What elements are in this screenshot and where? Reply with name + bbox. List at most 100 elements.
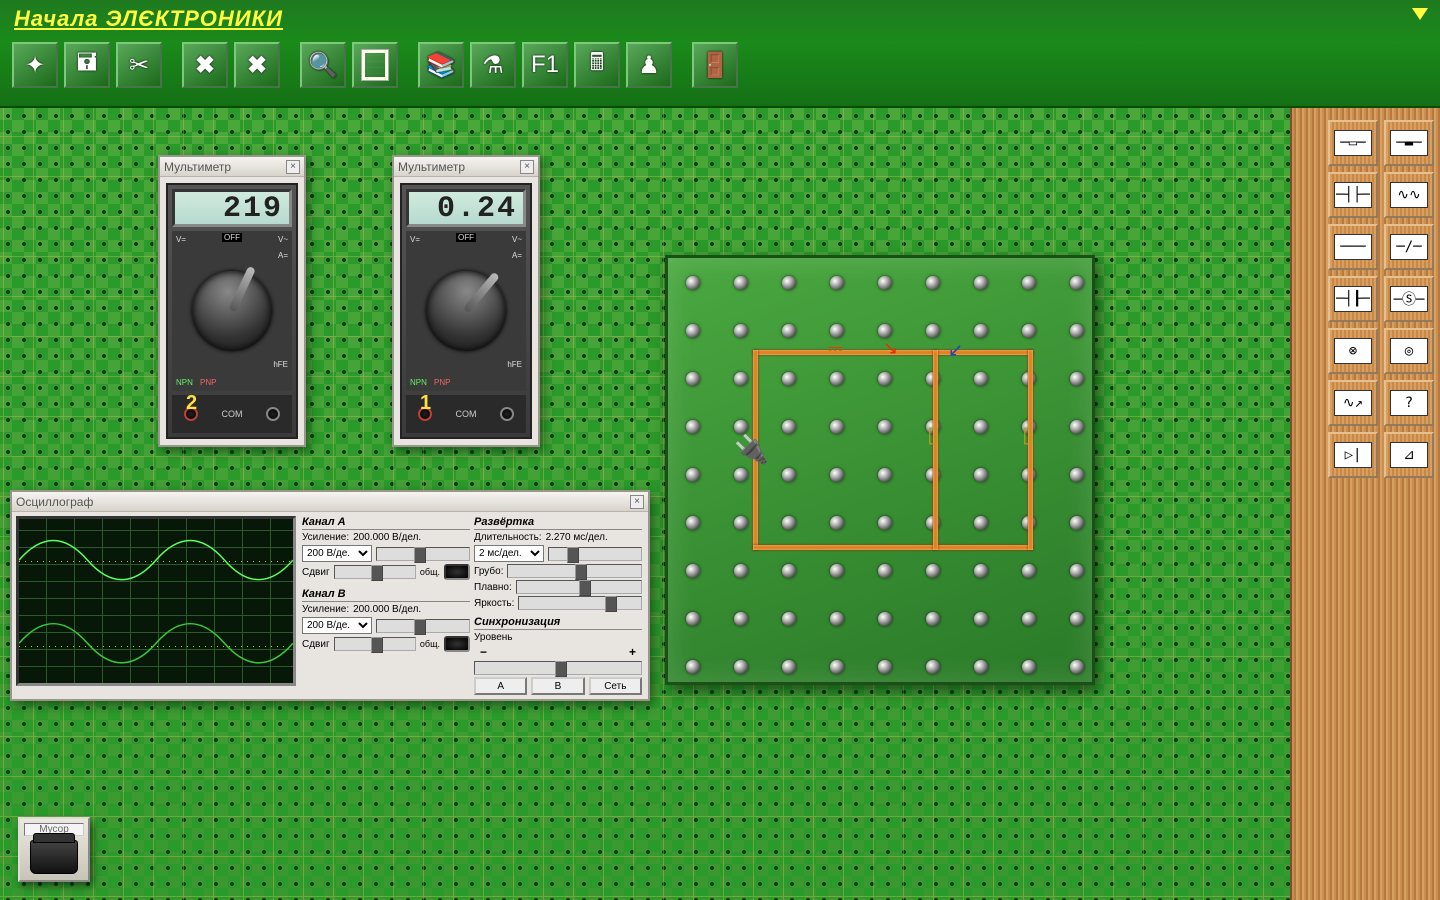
exit-button[interactable]: 🚪: [692, 42, 738, 88]
bb-probe-2[interactable]: ↙: [948, 340, 963, 361]
delete-element-button[interactable]: ✖: [182, 42, 228, 88]
breadboard-hole[interactable]: [974, 276, 988, 290]
breadboard-hole[interactable]: [1070, 420, 1084, 434]
calculator-button[interactable]: 🖩: [574, 42, 620, 88]
palette-fuse[interactable]: ─▬─: [1384, 120, 1434, 166]
breadboard-hole[interactable]: [734, 420, 748, 434]
trash-bin[interactable]: Мусор: [18, 817, 90, 882]
palette-unknown[interactable]: ?: [1384, 380, 1434, 426]
dial-area[interactable]: V= V~ A= OFF hFE NPN PNP: [172, 231, 292, 391]
breadboard-hole[interactable]: [734, 660, 748, 674]
breadboard-hole[interactable]: [734, 324, 748, 338]
palette-battery[interactable]: ─┤┠─: [1328, 276, 1378, 322]
breadboard-hole[interactable]: [878, 324, 892, 338]
gain-a-slider[interactable]: [376, 547, 470, 561]
breadboard-hole[interactable]: [686, 564, 700, 578]
breadboard-hole[interactable]: [1022, 564, 1036, 578]
bb-resistor-2[interactable]: ▭: [1016, 426, 1042, 447]
breadboard-hole[interactable]: [878, 276, 892, 290]
window-title[interactable]: Мультиметр ×: [160, 157, 304, 177]
bb-switch[interactable]: ⎓: [828, 338, 842, 359]
palette-variable[interactable]: ∿↗: [1328, 380, 1378, 426]
breadboard-hole[interactable]: [878, 612, 892, 626]
breadboard-hole[interactable]: [1022, 324, 1036, 338]
multimeter-window-2[interactable]: Мультиметр × 219 V= V~ A= OFF hFE NPN PN…: [158, 155, 306, 447]
palette-capacitor[interactable]: ─┤├─: [1328, 172, 1378, 218]
breadboard-hole[interactable]: [830, 420, 844, 434]
breadboard-hole[interactable]: [782, 612, 796, 626]
experiment-button[interactable]: ⚗: [470, 42, 516, 88]
gain-a-select[interactable]: 200 В/де.: [302, 545, 372, 562]
gain-b-slider[interactable]: [376, 619, 470, 633]
function-button[interactable]: F1: [522, 42, 568, 88]
breadboard-hole[interactable]: [830, 564, 844, 578]
common-b-led[interactable]: [444, 636, 470, 652]
menu-dropdown-icon[interactable]: [1412, 8, 1428, 20]
palette-lamp[interactable]: ⊗: [1328, 328, 1378, 374]
breadboard-hole[interactable]: [926, 660, 940, 674]
rotary-dial[interactable]: [179, 258, 285, 364]
breadboard-hole[interactable]: [830, 372, 844, 386]
breadboard-hole[interactable]: [830, 612, 844, 626]
breadboard-hole[interactable]: [1070, 372, 1084, 386]
pieces-button[interactable]: ♟: [626, 42, 672, 88]
breadboard-hole[interactable]: [830, 276, 844, 290]
sync-net-button[interactable]: Сеть: [589, 677, 642, 695]
close-icon[interactable]: ×: [520, 160, 534, 174]
breadboard-hole[interactable]: [734, 564, 748, 578]
breadboard-hole[interactable]: [974, 372, 988, 386]
bright-slider[interactable]: [518, 596, 642, 610]
breadboard-hole[interactable]: [734, 468, 748, 482]
breadboard-hole[interactable]: [1070, 276, 1084, 290]
common-a-led[interactable]: [444, 564, 470, 580]
breadboard-hole[interactable]: [878, 372, 892, 386]
breadboard-hole[interactable]: [782, 324, 796, 338]
palette-switch[interactable]: ─/─: [1384, 224, 1434, 270]
coarse-slider[interactable]: [507, 564, 642, 578]
breadboard-hole[interactable]: [734, 516, 748, 530]
breadboard-hole[interactable]: [686, 324, 700, 338]
breadboard-hole[interactable]: [734, 372, 748, 386]
breadboard-hole[interactable]: [782, 420, 796, 434]
breadboard-hole[interactable]: [782, 564, 796, 578]
breadboard-hole[interactable]: [1022, 276, 1036, 290]
breadboard-hole[interactable]: [734, 276, 748, 290]
breadboard-hole[interactable]: [1070, 516, 1084, 530]
breadboard-hole[interactable]: [686, 660, 700, 674]
bb-resistor-1[interactable]: ▭: [921, 426, 947, 447]
breadboard-hole[interactable]: [1070, 324, 1084, 338]
breadboard-hole[interactable]: [878, 420, 892, 434]
shift-b-slider[interactable]: [334, 637, 416, 651]
breadboard-hole[interactable]: [782, 516, 796, 530]
port-com[interactable]: [500, 407, 514, 421]
palette-resistor[interactable]: ─▭─: [1328, 120, 1378, 166]
breadboard-hole[interactable]: [1070, 660, 1084, 674]
sweep-slider[interactable]: [548, 547, 642, 561]
breadboard-hole[interactable]: [830, 516, 844, 530]
breadboard-hole[interactable]: [830, 468, 844, 482]
breadboard-hole[interactable]: [974, 324, 988, 338]
breadboard-hole[interactable]: [974, 468, 988, 482]
breadboard-hole[interactable]: [686, 420, 700, 434]
fine-slider[interactable]: [516, 580, 642, 594]
close-icon[interactable]: ×: [286, 160, 300, 174]
breadboard-hole[interactable]: [782, 468, 796, 482]
sync-level-slider[interactable]: [474, 661, 642, 675]
sweep-select[interactable]: 2 мс/дел.: [474, 545, 544, 562]
breadboard-hole[interactable]: [782, 276, 796, 290]
breadboard-hole[interactable]: [926, 276, 940, 290]
palette-inductor[interactable]: ∿∿: [1384, 172, 1434, 218]
breadboard-hole[interactable]: [878, 468, 892, 482]
sync-b-button[interactable]: B: [531, 677, 584, 695]
breadboard-hole[interactable]: [1070, 564, 1084, 578]
zoom-button[interactable]: 🔍: [300, 42, 346, 88]
palette-meter[interactable]: ◎: [1384, 328, 1434, 374]
palette-transistor[interactable]: ⊿: [1384, 432, 1434, 478]
shift-a-slider[interactable]: [334, 565, 416, 579]
rotary-dial[interactable]: [410, 255, 523, 368]
notes-button[interactable]: [352, 42, 398, 88]
breadboard-hole[interactable]: [1070, 612, 1084, 626]
library-button[interactable]: 📚: [418, 42, 464, 88]
breadboard-hole[interactable]: [830, 324, 844, 338]
breadboard-hole[interactable]: [782, 660, 796, 674]
